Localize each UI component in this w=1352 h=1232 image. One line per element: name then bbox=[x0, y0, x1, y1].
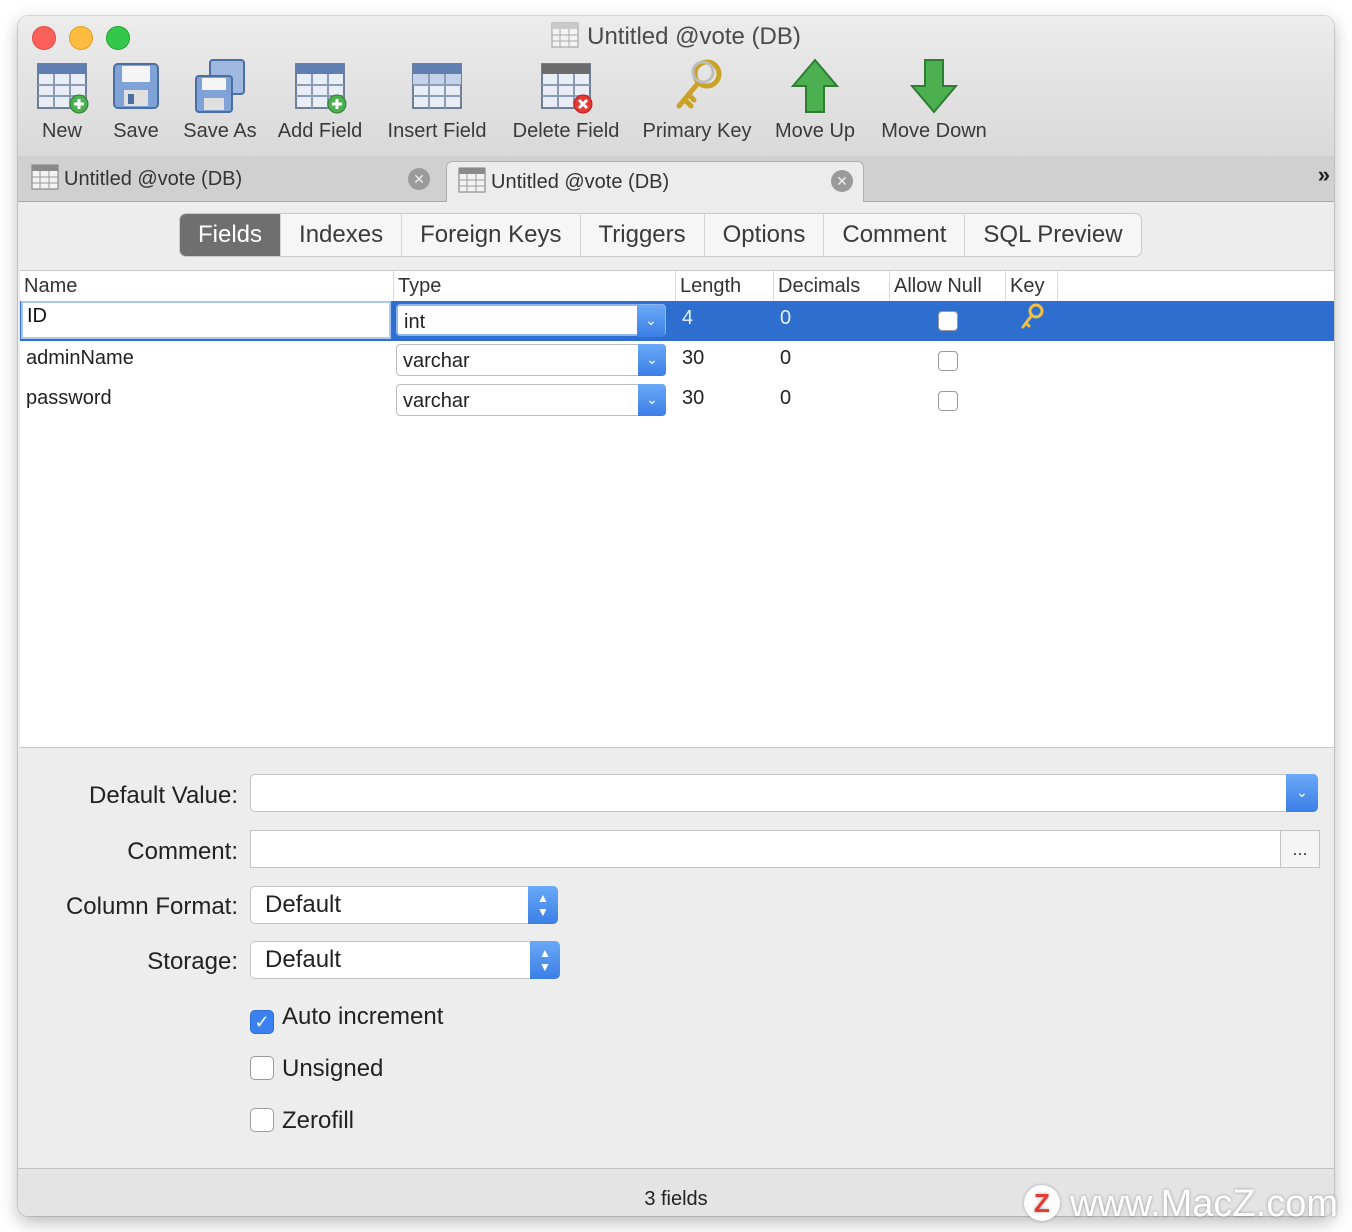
doc-tab-2[interactable]: Untitled @vote (DB) ✕ bbox=[446, 161, 864, 202]
col-header-type[interactable]: Type bbox=[394, 271, 676, 301]
table-row[interactable]: adminName varchar ⌄ 30 0 bbox=[20, 341, 1334, 381]
chevron-down-icon[interactable]: ⌄ bbox=[1286, 774, 1318, 812]
app-window: Untitled @vote (DB) New Save Save As Add… bbox=[18, 16, 1334, 1216]
field-name[interactable]: adminName bbox=[26, 341, 134, 381]
tab-comment[interactable]: Comment bbox=[824, 214, 966, 256]
floppy-disk-icon bbox=[113, 63, 159, 109]
col-header-allow-null[interactable]: Allow Null bbox=[890, 271, 1006, 301]
titlebar: Untitled @vote (DB) New Save Save As Add… bbox=[18, 16, 1334, 157]
field-length[interactable]: 30 bbox=[682, 341, 704, 381]
comment-more-button[interactable]: ... bbox=[1280, 830, 1320, 868]
field-count: 3 fields bbox=[644, 1188, 708, 1210]
doc-tab-1[interactable]: Untitled @vote (DB) ✕ bbox=[30, 160, 430, 198]
comment-label: Comment: bbox=[127, 838, 238, 865]
field-type-combo[interactable]: varchar ⌄ bbox=[396, 384, 666, 416]
watermark: Zwww.MacZ.com bbox=[1023, 1183, 1338, 1226]
tab-indexes[interactable]: Indexes bbox=[281, 214, 403, 256]
col-header-decimals[interactable]: Decimals bbox=[774, 271, 890, 301]
floppy-disks-icon bbox=[195, 59, 245, 113]
checkbox-box[interactable] bbox=[250, 1056, 274, 1080]
section-tabs: Fields Indexes Foreign Keys Triggers Opt… bbox=[180, 214, 1141, 256]
tab-sql-preview[interactable]: SQL Preview bbox=[965, 214, 1140, 256]
allow-null-checkbox[interactable] bbox=[938, 391, 958, 411]
checkmark-icon[interactable]: ✓ bbox=[250, 1010, 274, 1034]
table-doc-icon bbox=[551, 22, 579, 55]
table-doc-icon bbox=[30, 164, 60, 203]
toolbar-new-button[interactable]: New bbox=[28, 58, 96, 143]
arrow-down-icon bbox=[909, 59, 959, 114]
tab-foreign-keys[interactable]: Foreign Keys bbox=[402, 214, 581, 256]
comment-input[interactable]: ... bbox=[250, 830, 1320, 868]
unsigned-checkbox[interactable]: Unsigned bbox=[250, 1056, 383, 1082]
tab-triggers[interactable]: Triggers bbox=[581, 214, 705, 256]
table-row[interactable]: password varchar ⌄ 30 0 bbox=[20, 381, 1334, 421]
close-tab-icon[interactable]: ✕ bbox=[408, 168, 430, 190]
document-tab-bar: Untitled @vote (DB) ✕ Untitled @vote (DB… bbox=[18, 156, 1334, 202]
zerofill-checkbox[interactable]: Zerofill bbox=[250, 1108, 354, 1134]
field-name-input[interactable]: ID bbox=[21, 301, 391, 339]
col-header-key[interactable]: Key bbox=[1006, 271, 1058, 301]
fields-table: Name Type Length Decimals Allow Null Key… bbox=[20, 270, 1334, 748]
table-insert-icon bbox=[412, 63, 462, 109]
close-tab-icon[interactable]: ✕ bbox=[831, 170, 853, 192]
tab-overflow-icon[interactable]: » bbox=[1318, 162, 1330, 188]
field-decimals[interactable]: 0 bbox=[780, 381, 791, 421]
primary-key-icon bbox=[1020, 303, 1046, 343]
field-decimals[interactable]: 0 bbox=[780, 341, 791, 381]
stepper-arrows-icon: ▲ ▼ bbox=[528, 886, 558, 924]
column-format-label: Column Format: bbox=[65, 893, 238, 920]
tab-options[interactable]: Options bbox=[705, 214, 825, 256]
auto-increment-checkbox[interactable]: ✓ Auto increment bbox=[250, 1004, 443, 1034]
toolbar-move-up-button[interactable]: Move Up bbox=[768, 58, 862, 143]
field-type-combo[interactable]: int ⌄ bbox=[396, 304, 666, 337]
table-add-icon bbox=[295, 63, 347, 114]
field-name[interactable]: password bbox=[26, 381, 112, 421]
toolbar-add-field-button[interactable]: Add Field bbox=[272, 58, 368, 143]
default-value-label: Default Value: bbox=[89, 782, 238, 809]
watermark-logo-icon: Z bbox=[1023, 1185, 1060, 1221]
toolbar-primary-key-button[interactable]: Primary Key bbox=[636, 58, 758, 143]
col-header-length[interactable]: Length bbox=[676, 271, 774, 301]
field-decimals[interactable]: 0 bbox=[780, 301, 791, 341]
allow-null-checkbox[interactable] bbox=[938, 351, 958, 371]
field-type-combo[interactable]: varchar ⌄ bbox=[396, 344, 666, 376]
toolbar-move-down-button[interactable]: Move Down bbox=[872, 58, 996, 143]
table-delete-icon bbox=[541, 63, 593, 114]
chevron-down-icon[interactable]: ⌄ bbox=[638, 344, 666, 376]
toolbar-save-as-button[interactable]: Save As bbox=[178, 58, 262, 143]
chevron-down-icon[interactable]: ⌄ bbox=[637, 305, 665, 337]
toolbar-delete-field-button[interactable]: Delete Field bbox=[506, 58, 626, 143]
column-format-select[interactable]: Default ▲ ▼ bbox=[250, 886, 558, 924]
table-doc-icon bbox=[457, 167, 487, 207]
default-value-combo[interactable]: ⌄ bbox=[250, 774, 1318, 812]
stepper-arrows-icon: ▲ ▼ bbox=[530, 941, 560, 979]
storage-select[interactable]: Default ▲ ▼ bbox=[250, 941, 560, 979]
field-length[interactable]: 4 bbox=[682, 301, 693, 341]
checkbox-box[interactable] bbox=[250, 1108, 274, 1132]
table-new-icon bbox=[37, 63, 89, 114]
arrow-up-icon bbox=[790, 58, 840, 113]
window-title: Untitled @vote (DB) bbox=[18, 22, 1334, 55]
field-properties-panel: Default Value: ⌄ Comment: ... Column For… bbox=[18, 748, 1334, 1168]
tab-fields[interactable]: Fields bbox=[180, 214, 282, 256]
chevron-down-icon[interactable]: ⌄ bbox=[638, 384, 666, 416]
toolbar-insert-field-button[interactable]: Insert Field bbox=[380, 58, 494, 143]
toolbar-save-button[interactable]: Save bbox=[104, 58, 168, 143]
col-header-name[interactable]: Name bbox=[20, 271, 394, 301]
storage-label: Storage: bbox=[147, 948, 238, 975]
allow-null-checkbox[interactable] bbox=[938, 311, 958, 331]
table-row[interactable]: ID int ⌄ 4 0 bbox=[20, 301, 1334, 341]
field-length[interactable]: 30 bbox=[682, 381, 704, 421]
key-icon bbox=[676, 59, 722, 109]
